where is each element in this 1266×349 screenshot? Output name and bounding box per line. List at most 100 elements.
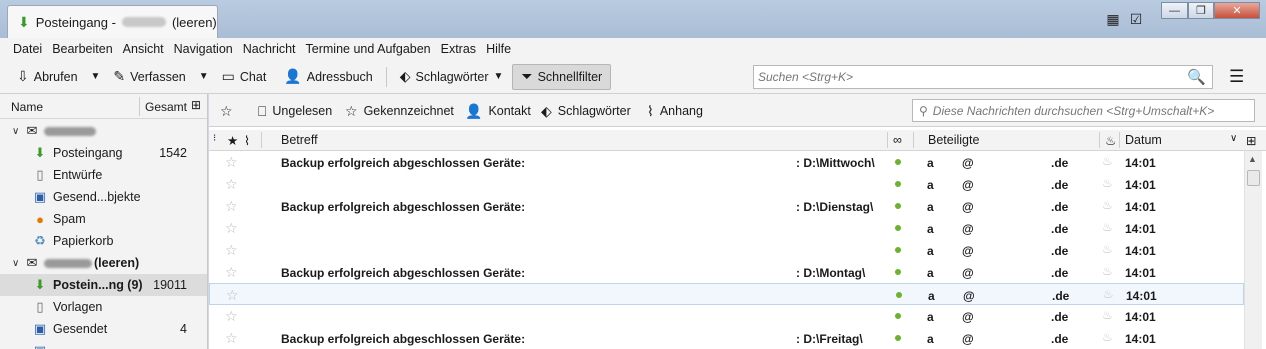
- junk-status-icon[interactable]: ♨: [1102, 264, 1113, 278]
- star-icon[interactable]: ☆: [225, 198, 238, 215]
- folder-spam[interactable]: ● Spam: [0, 208, 207, 230]
- tasks-icon[interactable]: ☑: [1127, 10, 1145, 28]
- message-row[interactable]: ☆ Backup erfolgreich abgeschlossen Geräte…: [209, 327, 1244, 349]
- message-subject-path: : D:\Montag\: [796, 266, 866, 280]
- filter-starred-button[interactable]: ☆ Gekennzeichnet: [345, 100, 454, 122]
- read-status-dot[interactable]: [895, 159, 901, 165]
- get-messages-dropdown[interactable]: ▼: [87, 71, 105, 82]
- menu-termine[interactable]: Termine und Aufgaben: [301, 42, 436, 56]
- star-icon[interactable]: ☆: [225, 264, 238, 281]
- filter-tags-button[interactable]: ⬖ Schlagwörter: [541, 100, 631, 122]
- sticky-pin-button[interactable]: ☆: [220, 100, 233, 122]
- read-status-dot[interactable]: [896, 292, 902, 298]
- filter-unread-button[interactable]: ⎕ Ungelesen: [258, 100, 332, 122]
- column-picker-icon[interactable]: ⊞: [1246, 133, 1256, 148]
- hamburger-menu-icon[interactable]: ☰: [1229, 67, 1244, 87]
- col-name-header[interactable]: Name: [11, 100, 43, 114]
- folder-partial[interactable]: ▣: [0, 340, 207, 349]
- search-icon[interactable]: 🔍: [1187, 68, 1206, 86]
- message-row[interactable]: ☆ a @ .de ♨ 14:01: [209, 239, 1244, 261]
- menu-nachricht[interactable]: Nachricht: [238, 42, 301, 56]
- menu-datei[interactable]: Datei: [8, 42, 47, 56]
- col-subject-header[interactable]: Betreff: [281, 133, 318, 147]
- message-row[interactable]: ☆ Backup erfolgreich abgeschlossen Geräte…: [209, 151, 1244, 173]
- collapse-arrow-icon[interactable]: ∨: [12, 258, 22, 269]
- folder-entwuerfe[interactable]: ▯ Entwürfe: [0, 164, 207, 186]
- star-icon[interactable]: ☆: [226, 287, 239, 304]
- read-status-dot[interactable]: [895, 225, 901, 231]
- col-total-header[interactable]: Gesamt: [145, 100, 187, 114]
- star-icon[interactable]: ☆: [225, 220, 238, 237]
- account-row-2[interactable]: ∨ ✉ (leeren): [0, 252, 207, 274]
- read-status-dot[interactable]: [895, 203, 901, 209]
- quickfilter-button[interactable]: ⏷ Schnellfilter: [512, 63, 612, 90]
- thread-column-icon[interactable]: ⁝: [213, 133, 216, 144]
- vertical-scrollbar[interactable]: ▲: [1244, 151, 1262, 349]
- minimize-button[interactable]: —: [1161, 2, 1188, 19]
- read-status-dot[interactable]: [895, 335, 901, 341]
- quickfilter-search-input[interactable]: ⚲ Diese Nachrichten durchsuchen <Strg+Um…: [912, 99, 1255, 122]
- calendar-icon[interactable]: ▦: [1104, 10, 1122, 28]
- tab-inbox[interactable]: ⬇ Posteingang - (leeren): [7, 5, 218, 38]
- junk-column-icon[interactable]: ♨: [1105, 133, 1116, 148]
- folder-posteingang-2[interactable]: ⬇ Postein...ng (9) 19011: [0, 274, 207, 296]
- read-status-dot[interactable]: [895, 313, 901, 319]
- attachment-column-icon[interactable]: ⌇: [244, 133, 250, 148]
- message-row[interactable]: ☆ a @ .de ♨ 14:01: [209, 305, 1244, 327]
- folder-vorlagen[interactable]: ▯ Vorlagen: [0, 296, 207, 318]
- star-icon[interactable]: ☆: [225, 242, 238, 259]
- menu-bearbeiten[interactable]: Bearbeiten: [47, 42, 117, 56]
- chevron-down-icon[interactable]: ∨: [1230, 133, 1237, 144]
- star-icon[interactable]: ☆: [225, 176, 238, 193]
- junk-status-icon[interactable]: ♨: [1102, 198, 1113, 212]
- menu-ansicht[interactable]: Ansicht: [118, 42, 169, 56]
- junk-status-icon[interactable]: ♨: [1102, 330, 1113, 344]
- menu-navigation[interactable]: Navigation: [169, 42, 238, 56]
- scroll-up-icon[interactable]: ▲: [1248, 154, 1257, 164]
- junk-status-icon[interactable]: ♨: [1102, 220, 1113, 234]
- write-button[interactable]: ✎ Verfassen: [104, 64, 194, 90]
- write-dropdown[interactable]: ▼: [195, 71, 213, 82]
- folder-papierkorb[interactable]: ♻ Papierkorb: [0, 230, 207, 252]
- menu-extras[interactable]: Extras: [436, 42, 481, 56]
- read-status-dot[interactable]: [895, 269, 901, 275]
- chat-button[interactable]: ▭ Chat: [213, 64, 276, 90]
- message-row[interactable]: ☆ a @ .de ♨ 14:01: [209, 217, 1244, 239]
- close-button[interactable]: ✕: [1214, 2, 1260, 19]
- filter-attachment-button[interactable]: ⌇ Anhang: [647, 100, 703, 122]
- col-date-header[interactable]: Datum: [1125, 133, 1162, 147]
- star-icon[interactable]: ☆: [225, 308, 238, 325]
- junk-status-icon[interactable]: ♨: [1102, 154, 1113, 168]
- read-status-dot[interactable]: [895, 181, 901, 187]
- collapse-arrow-icon[interactable]: ∨: [12, 126, 22, 137]
- junk-status-icon[interactable]: ♨: [1102, 242, 1113, 256]
- read-status-column-icon[interactable]: ∞: [893, 133, 902, 147]
- addressbook-button[interactable]: 👤 Adressbuch: [275, 64, 381, 90]
- mail-account-icon: ✉: [26, 123, 38, 138]
- junk-status-icon[interactable]: ♨: [1102, 308, 1113, 322]
- global-search-input[interactable]: Suchen <Strg+K> 🔍: [753, 65, 1213, 89]
- starred-column-icon[interactable]: ★: [227, 133, 238, 148]
- message-row[interactable]: ☆ a @ .de ♨ 14:01: [209, 283, 1244, 305]
- star-icon[interactable]: ☆: [225, 330, 238, 347]
- account-row-1[interactable]: ∨ ✉: [0, 120, 207, 142]
- column-picker-icon[interactable]: ⊞: [191, 98, 201, 112]
- message-subject: Backup erfolgreich abgeschlossen Geräte:: [281, 156, 526, 170]
- tags-button[interactable]: ⬖ Schlagwörter ▼: [391, 64, 513, 90]
- junk-status-icon[interactable]: ♨: [1103, 287, 1114, 301]
- star-icon[interactable]: ☆: [225, 154, 238, 171]
- read-status-dot[interactable]: [895, 247, 901, 253]
- maximize-button[interactable]: ❐: [1188, 2, 1214, 19]
- filter-contact-button[interactable]: 👤 Kontakt: [465, 100, 531, 122]
- folder-gesendet-1[interactable]: ▣ Gesend...bjekte: [0, 186, 207, 208]
- folder-gesendet-2[interactable]: ▣ Gesendet 4: [0, 318, 207, 340]
- message-row[interactable]: ☆ Backup erfolgreich abgeschlossen Geräte…: [209, 261, 1244, 283]
- message-row[interactable]: ☆ a @ .de ♨ 14:01: [209, 173, 1244, 195]
- folder-posteingang-1[interactable]: ⬇ Posteingang 1542: [0, 142, 207, 164]
- message-row[interactable]: ☆ Backup erfolgreich abgeschlossen Geräte…: [209, 195, 1244, 217]
- col-correspondents-header[interactable]: Beteiligte: [928, 133, 979, 147]
- junk-status-icon[interactable]: ♨: [1102, 176, 1113, 190]
- get-messages-button[interactable]: ⇩ Abrufen: [8, 64, 87, 90]
- scrollbar-thumb[interactable]: [1247, 170, 1260, 186]
- menu-hilfe[interactable]: Hilfe: [481, 42, 516, 56]
